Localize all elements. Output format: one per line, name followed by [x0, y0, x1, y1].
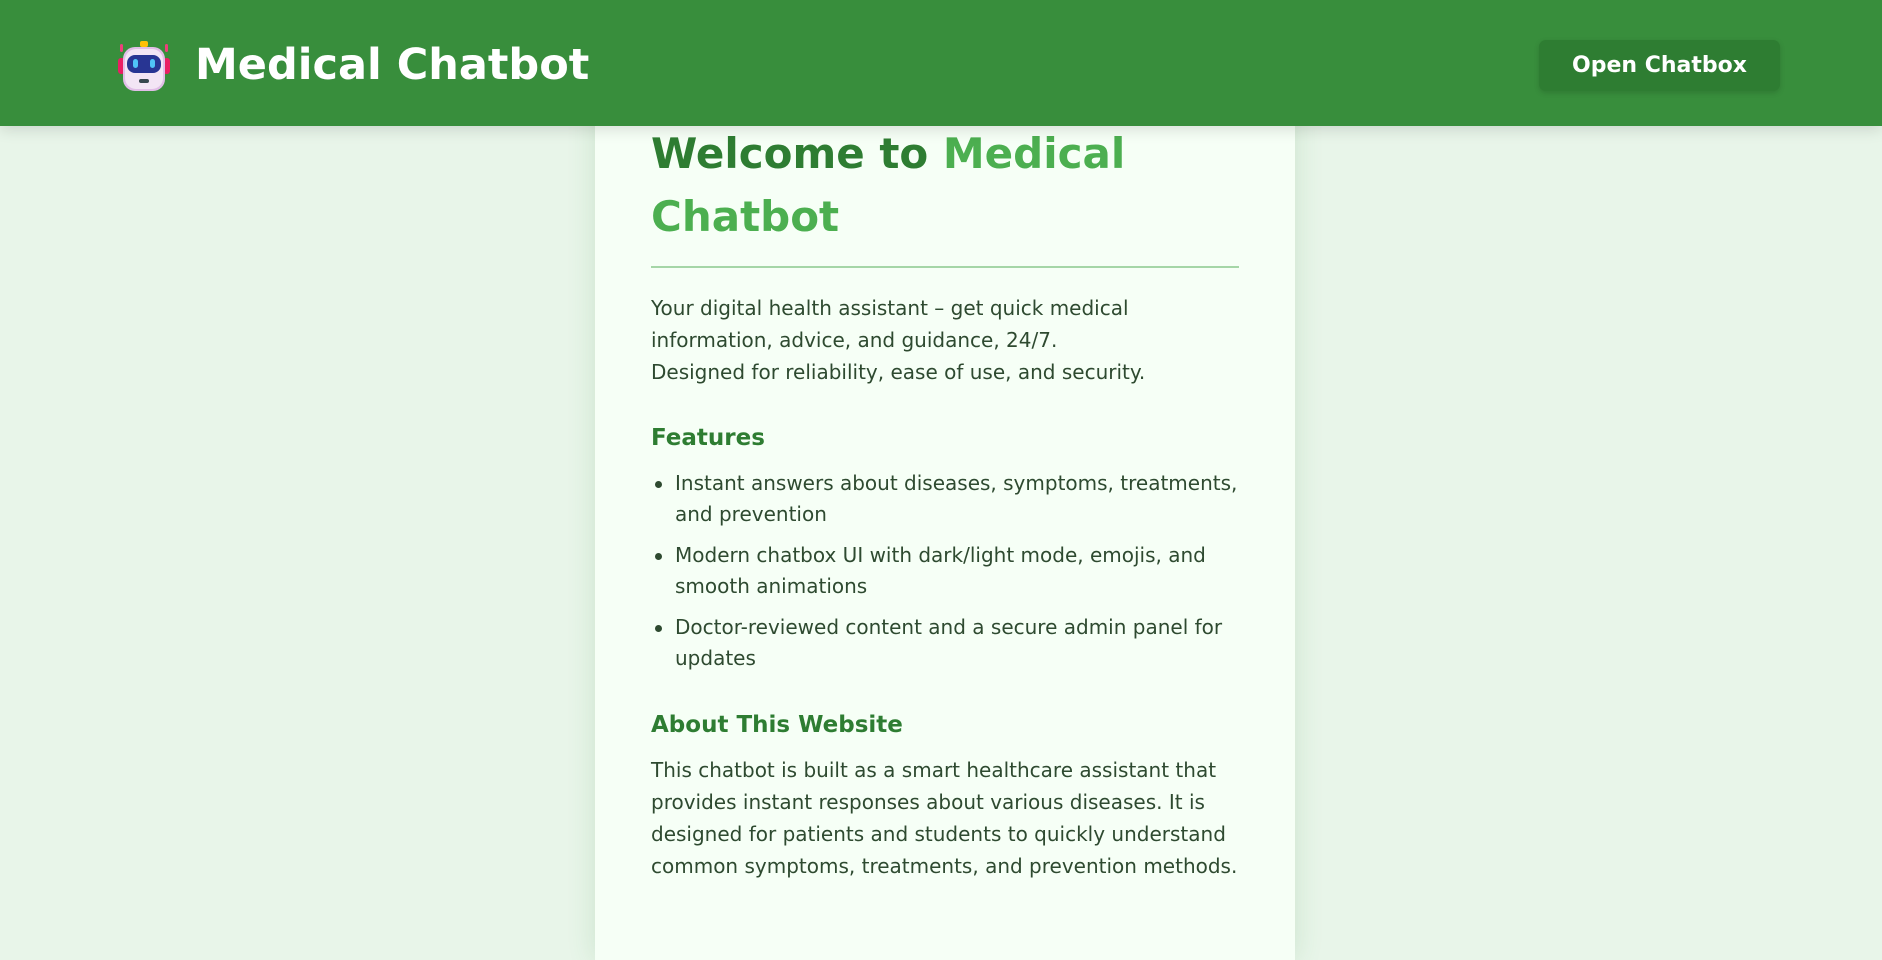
bullet-icon: [655, 625, 662, 632]
bullet-icon: [655, 553, 662, 560]
features-list: Instant answers about diseases, symptoms…: [651, 468, 1241, 684]
welcome-prefix: Welcome to: [651, 129, 943, 178]
robot-icon: [116, 38, 172, 94]
site-title[interactable]: Medical Chatbot: [195, 37, 589, 93]
intro-line: information, advice, and guidance, 24/7.: [651, 328, 1058, 352]
top-header: Medical Chatbot Open Chatbox: [0, 0, 1882, 126]
feature-item: Instant answers about diseases, symptoms…: [651, 468, 1241, 530]
features-heading: Features: [651, 425, 765, 451]
feature-item: Doctor-reviewed content and a secure adm…: [651, 612, 1241, 674]
intro-line: Designed for reliability, ease of use, a…: [651, 360, 1146, 384]
feature-item: Modern chatbox UI with dark/light mode, …: [651, 540, 1241, 602]
feature-text: Instant answers about diseases, symptoms…: [675, 471, 1238, 526]
welcome-heading: Welcome to Medical Chatbot: [651, 122, 1241, 248]
bullet-icon: [655, 481, 662, 488]
intro-text: Your digital health assistant – get quic…: [651, 292, 1241, 388]
heading-divider: [651, 266, 1239, 268]
about-heading: About This Website: [651, 712, 903, 738]
intro-line: Your digital health assistant – get quic…: [651, 296, 1129, 320]
open-chatbox-button[interactable]: Open Chatbox: [1539, 40, 1780, 91]
feature-text: Modern chatbox UI with dark/light mode, …: [675, 543, 1206, 598]
feature-text: Doctor-reviewed content and a secure adm…: [675, 615, 1223, 670]
about-text: This chatbot is built as a smart healthc…: [651, 758, 1238, 878]
main-card: Welcome to Medical Chatbot Your digital …: [595, 60, 1295, 960]
